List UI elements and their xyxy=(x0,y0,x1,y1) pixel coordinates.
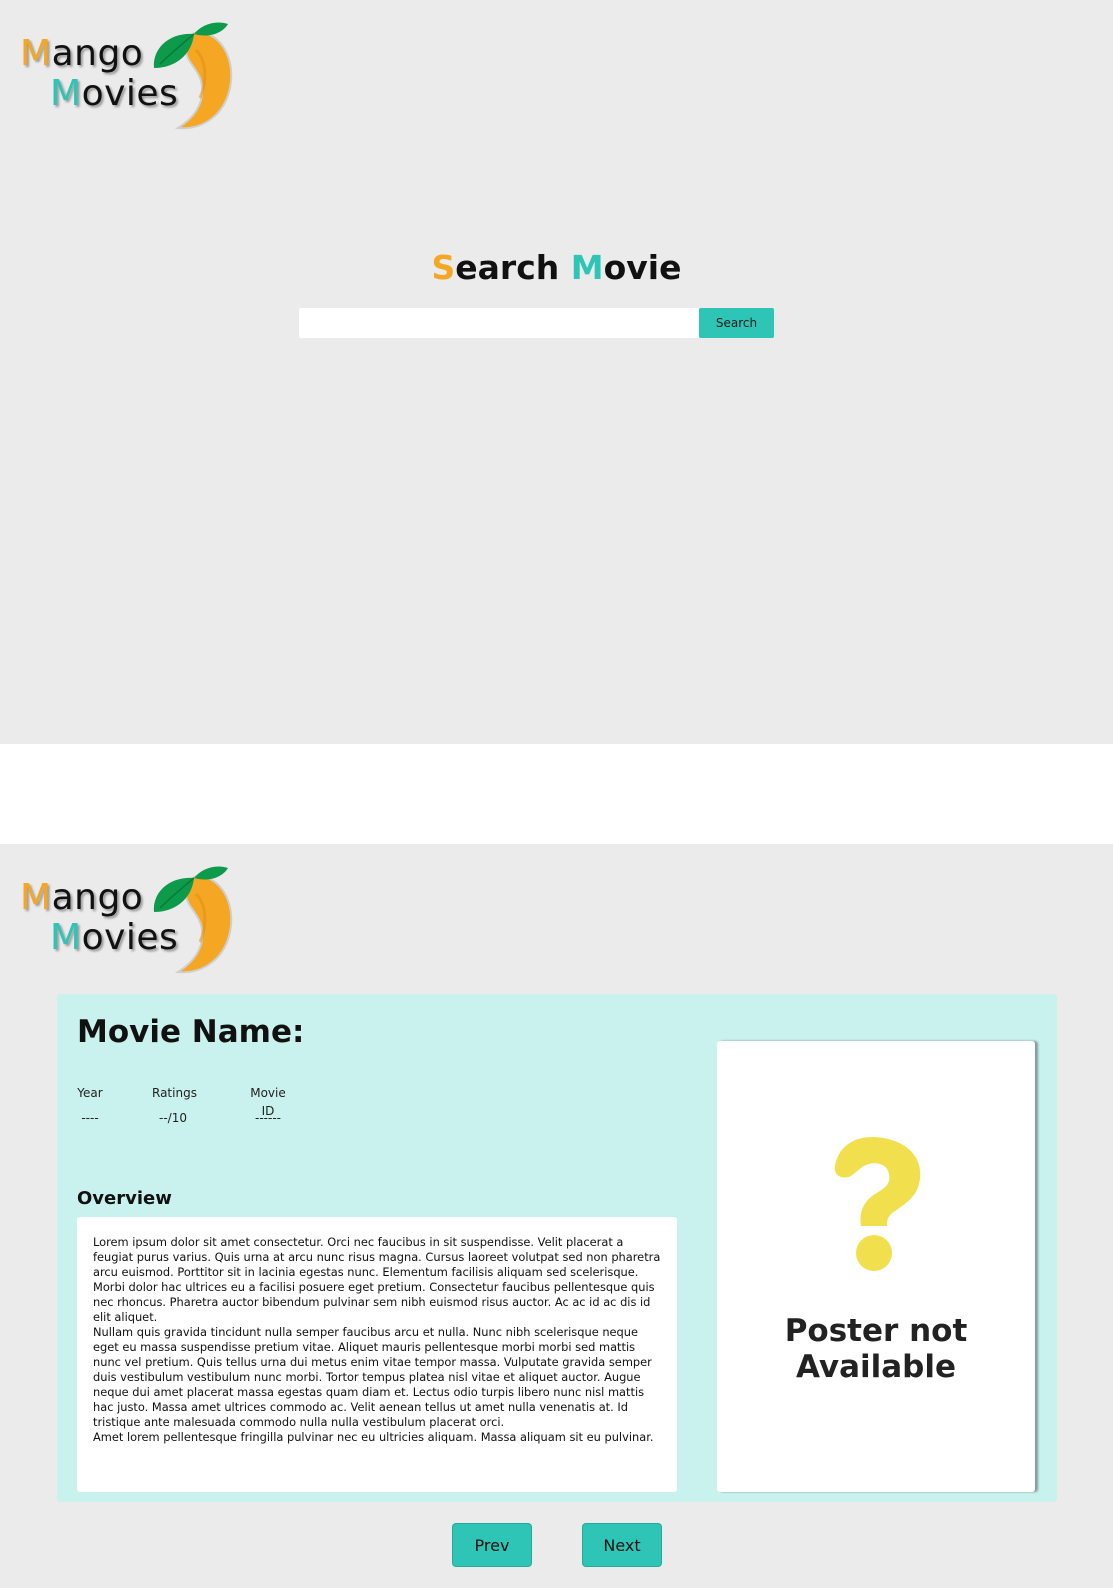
year-label: Year xyxy=(77,1086,103,1100)
title-word-search: earch xyxy=(455,248,571,287)
title-initial-m: M xyxy=(570,248,604,287)
logo[interactable]: Mango Movies xyxy=(20,20,235,135)
logo[interactable]: Mango Movies xyxy=(20,864,235,979)
year-field: Year ---- xyxy=(77,1084,103,1127)
logo-initial-m: M xyxy=(50,73,82,114)
movie-id-value: ------ xyxy=(255,1111,281,1125)
poster-text-line: Available xyxy=(795,1349,957,1385)
logo-initial-m: M xyxy=(20,33,52,74)
search-input[interactable] xyxy=(299,308,699,338)
logo-initial-m: M xyxy=(20,877,52,918)
movie-id-field: Movie ID ------ xyxy=(243,1084,293,1127)
search-screen: Mango Movies Search Movie Search xyxy=(0,0,1113,744)
ratings-value: --/10 xyxy=(159,1111,187,1125)
ratings-label: Ratings xyxy=(152,1086,197,1100)
movie-details-card: Movie Name: Year ---- Ratings --/10 Movi… xyxy=(57,994,1057,1502)
next-button[interactable]: Next xyxy=(582,1523,662,1567)
overview-paragraph: Amet lorem pellentesque fringilla pulvin… xyxy=(93,1430,654,1444)
logo-word-mango: ango xyxy=(51,33,144,74)
mango-icon xyxy=(153,866,233,974)
movie-name-label: Movie Name: xyxy=(77,1014,305,1050)
poster-placeholder: Poster not Available xyxy=(717,1041,1035,1492)
logo-initial-m: M xyxy=(50,917,82,958)
title-initial-s: S xyxy=(431,248,456,287)
search-title: Search Movie xyxy=(0,248,1113,288)
overview-text: Lorem ipsum dolor sit amet consectetur. … xyxy=(77,1217,677,1492)
poster-not-available-text: Poster not Available xyxy=(717,1313,1035,1385)
ratings-field: Ratings --/10 xyxy=(152,1084,197,1127)
overview-title: Overview xyxy=(77,1188,172,1209)
logo-word-mango: ango xyxy=(51,877,144,918)
question-mark-icon xyxy=(834,1137,921,1271)
poster-text-line: Poster not xyxy=(784,1313,968,1349)
title-word-movie: ovie xyxy=(603,248,682,287)
overview-paragraph: Lorem ipsum dolor sit amet consectetur. … xyxy=(93,1235,661,1324)
mango-icon xyxy=(153,22,233,130)
year-value: ---- xyxy=(81,1111,99,1125)
search-button[interactable]: Search xyxy=(699,308,774,338)
details-screen: Mango Movies Movie Name: Year ---- Ratin… xyxy=(0,844,1113,1588)
movie-id-label: Movie ID xyxy=(250,1086,286,1118)
search-bar: Search xyxy=(299,308,774,338)
overview-paragraph: Nullam quis gravida tincidunt nulla semp… xyxy=(93,1325,652,1429)
prev-button[interactable]: Prev xyxy=(452,1523,532,1567)
